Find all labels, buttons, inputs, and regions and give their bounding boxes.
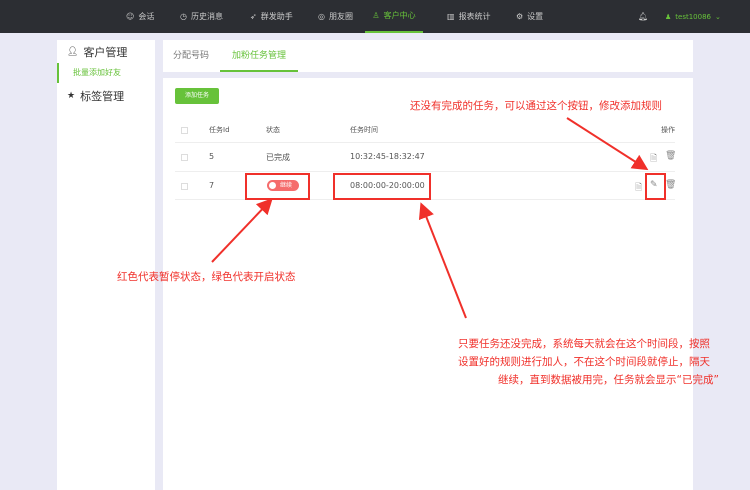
annotation-line: 只要任务还没完成，系统每天就会在这个时间段，按照 (458, 338, 710, 350)
annotation-time: 只要任务还没完成，系统每天就会在这个时间段，按照 设置好的规则进行加人，不在这个… (458, 335, 744, 389)
arrow (211, 198, 273, 263)
arrow (566, 117, 649, 171)
annotation-line: 设置好的规则进行加人，不在这个时间段就停止，隔天 (458, 356, 710, 368)
annotation-arrows (211, 117, 649, 319)
arrow (418, 202, 467, 319)
annotation-edit: 还没有完成的任务，可以通过这个按钮，修改添加规则 (410, 100, 662, 112)
annotation-status: 红色代表暂停状态，绿色代表开启状态 (117, 271, 296, 283)
annotation-line: 继续，直到数据被用完，任务就会显示“已完成” (498, 374, 719, 386)
